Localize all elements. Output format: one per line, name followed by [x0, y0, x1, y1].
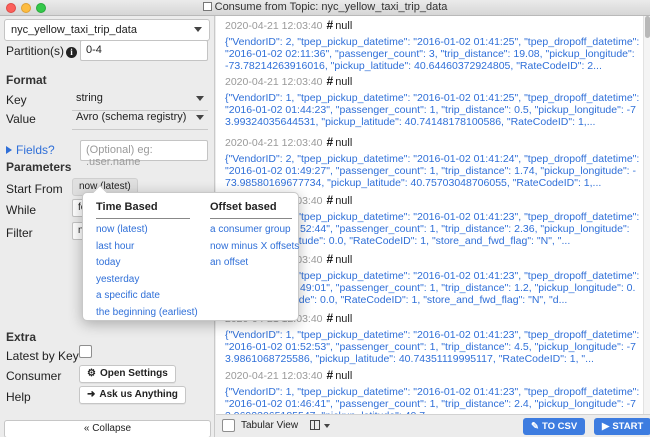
start-button[interactable]: ▶ START — [594, 418, 650, 435]
hash-icon: # — [326, 368, 334, 382]
message-body: {"VendorID": 2, "tpep_pickup_datetime": … — [225, 36, 640, 72]
message-timestamp: 2020-04-21 12:03:40 — [225, 76, 323, 88]
option-today[interactable]: today — [96, 257, 190, 274]
value-format-select[interactable]: Avro (schema registry) — [72, 108, 208, 128]
message-key: null — [335, 254, 353, 266]
message-key: null — [335, 313, 353, 325]
message-key: null — [335, 20, 353, 32]
latest-by-key-label: Latest by Key — [6, 349, 79, 363]
message-timestamp: 2020-04-21 12:03:40 — [225, 370, 323, 382]
key-label: Key — [6, 93, 27, 107]
while-label: While — [6, 203, 37, 217]
key-format-value: string — [76, 92, 103, 104]
message-key: null — [335, 195, 353, 207]
help-label: Help — [6, 390, 31, 404]
message-timestamp: 2020-04-21 12:03:40 — [225, 20, 323, 32]
time-based-heading: Time Based — [96, 201, 158, 213]
to-csv-button[interactable]: ✎ TO CSV — [523, 418, 586, 435]
message-key: null — [335, 137, 353, 149]
value-label: Value — [6, 112, 36, 126]
option-now-minus-offsets[interactable]: now minus X offsets — [210, 241, 299, 258]
tabular-view-label: Tabular View — [241, 420, 299, 431]
offset-based-rule — [210, 218, 292, 219]
consumer-label: Consumer — [6, 369, 62, 383]
play-icon: ▶ — [602, 421, 610, 432]
topic-select[interactable]: nyc_yellow_taxi_trip_data — [4, 19, 210, 41]
disclosure-triangle-icon — [6, 146, 12, 154]
messages-scrollbar[interactable] — [643, 16, 650, 414]
chevron-down-icon[interactable] — [324, 424, 330, 428]
offset-based-column: Offset based a consumer group now minus … — [210, 201, 299, 274]
time-based-rule — [96, 218, 190, 219]
ask-us-label: Ask us Anything — [99, 389, 178, 400]
columns-icon[interactable] — [310, 420, 320, 430]
hash-icon: # — [326, 74, 334, 88]
filter-label: Filter — [6, 226, 33, 240]
to-csv-label: TO CSV — [541, 421, 578, 432]
chevron-down-icon — [196, 96, 204, 101]
message-key: null — [335, 76, 353, 88]
app-icon — [202, 2, 212, 11]
message-item[interactable]: 2020-04-21 12:03:40#null {"VendorID": 1,… — [225, 368, 641, 414]
message-body: {"VendorID": 1, "tpep_pickup_datetime": … — [225, 386, 640, 414]
partitions-label: Partition(s) — [6, 44, 65, 58]
option-an-offset[interactable]: an offset — [210, 257, 292, 274]
option-now-latest[interactable]: now (latest) — [96, 224, 190, 241]
message-item[interactable]: 2020-04-21 12:03:40 # null {"VendorID": 2,… — [225, 18, 641, 72]
hash-icon: # — [326, 193, 334, 207]
open-settings-button[interactable]: ⚙ Open Settings — [79, 365, 176, 383]
extra-heading: Extra — [6, 330, 37, 344]
time-based-column: Time Based now (latest) last hour today … — [96, 201, 198, 324]
info-icon[interactable]: i — [66, 47, 78, 58]
option-consumer-group[interactable]: a consumer group — [210, 224, 292, 241]
parameters-heading: Parameters — [6, 160, 72, 174]
option-beginning-earliest[interactable]: the beginning (earliest) — [96, 307, 198, 324]
chevron-down-icon — [194, 27, 202, 32]
tabular-view-checkbox[interactable] — [222, 419, 235, 432]
message-body: {"VendorID": 1, "tpep_pickup_datetime": … — [225, 329, 640, 365]
ask-us-anything-button[interactable]: ➜ Ask us Anything — [79, 386, 186, 404]
title-bar: Consume from Topic: nyc_yellow_taxi_trip… — [0, 0, 650, 16]
fields-label: Fields? — [16, 143, 55, 157]
scrollbar-thumb[interactable] — [645, 16, 650, 38]
fields-input[interactable]: (Optional) eg: .user.name — [80, 140, 208, 168]
wrench-icon: ✎ — [531, 421, 539, 432]
arrow-right-icon: ➜ — [87, 389, 96, 400]
value-divider — [72, 129, 208, 130]
start-from-label: Start From — [6, 182, 63, 196]
hash-icon: # — [326, 135, 334, 149]
hash-icon: # — [326, 18, 334, 32]
start-from-popover: Time Based now (latest) last hour today … — [82, 184, 299, 324]
hash-icon: # — [326, 252, 334, 266]
option-yesterday[interactable]: yesterday — [96, 274, 190, 291]
gear-icon: ⚙ — [87, 368, 96, 379]
offset-based-heading: Offset based — [210, 201, 277, 213]
message-key: null — [335, 370, 353, 382]
message-timestamp: 2020-04-21 12:03:40 — [225, 137, 323, 149]
hash-icon: # — [326, 311, 334, 325]
open-settings-label: Open Settings — [99, 368, 168, 379]
message-item[interactable]: 2020-04-21 12:03:40#null {"VendorID": 1,… — [225, 74, 641, 128]
option-specific-date[interactable]: a specific date — [96, 290, 190, 307]
bottom-toolbar: Tabular View ✎ TO CSV ▶ START — [216, 414, 650, 437]
message-body: {"VendorID": 2, "tpep_pickup_datetime": … — [225, 153, 640, 189]
latest-by-key-checkbox[interactable] — [79, 345, 92, 358]
start-label: START — [612, 421, 644, 432]
message-body: {"VendorID": 1, "tpep_pickup_datetime": … — [225, 92, 640, 128]
format-heading: Format — [6, 73, 47, 87]
fields-toggle[interactable]: Fields? — [6, 143, 55, 157]
value-format-value: Avro (schema registry) — [76, 111, 187, 123]
chevron-down-icon — [196, 115, 204, 120]
option-last-hour[interactable]: last hour — [96, 241, 190, 258]
key-format-select[interactable]: string — [72, 89, 208, 109]
collapse-button[interactable]: « Collapse — [4, 420, 211, 437]
window-title: Consume from Topic: nyc_yellow_taxi_trip… — [214, 1, 448, 13]
topic-select-value: nyc_yellow_taxi_trip_data — [11, 24, 137, 36]
partitions-input[interactable]: 0-4 — [80, 40, 208, 61]
message-item[interactable]: 2020-04-21 12:03:40 # null {"VendorID": 2,… — [225, 135, 641, 189]
